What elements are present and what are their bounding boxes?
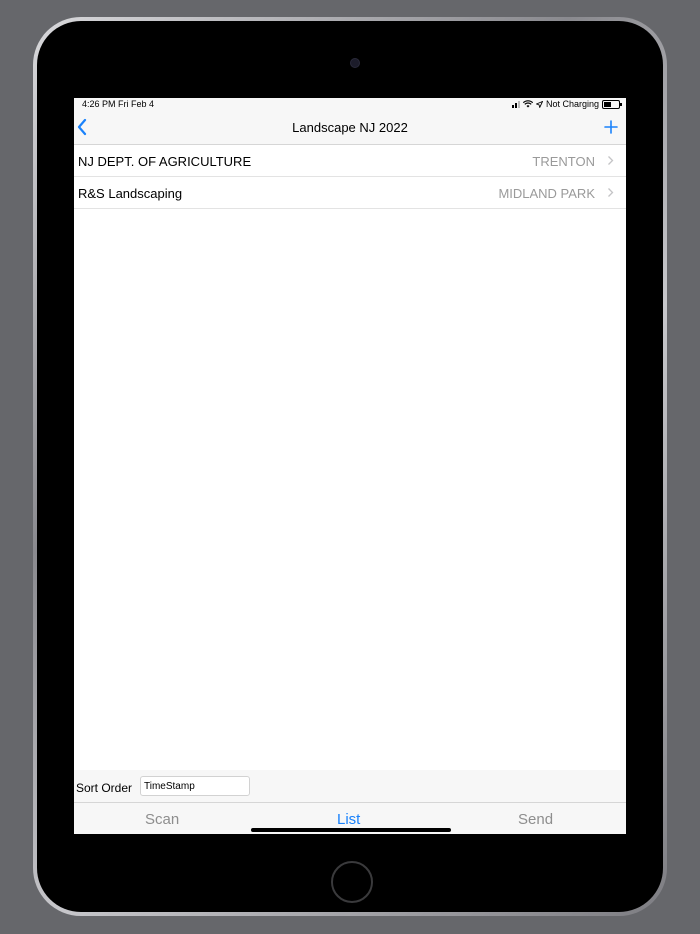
list-item-title: NJ DEPT. OF AGRICULTURE <box>78 154 252 169</box>
plus-icon <box>604 120 618 134</box>
home-button[interactable] <box>331 861 373 903</box>
battery-status-text: Not Charging <box>545 99 599 109</box>
battery-icon <box>602 99 622 109</box>
front-camera <box>350 58 360 68</box>
cellular-signal-icon <box>511 100 520 108</box>
company-list: NJ DEPT. OF AGRICULTURE TRENTON R&S Land… <box>74 145 626 209</box>
location-arrow-icon <box>535 100 543 108</box>
sort-order-label: Sort Order <box>76 781 133 795</box>
list-item-title: R&S Landscaping <box>78 186 183 201</box>
chevron-right-icon <box>608 188 614 197</box>
chevron-right-icon <box>608 156 614 165</box>
sort-order-bar: Sort Order <box>74 770 626 803</box>
navigation-bar: Landscape NJ 2022 <box>74 112 626 145</box>
list-item[interactable]: NJ DEPT. OF AGRICULTURE TRENTON <box>74 145 626 177</box>
status-indicators: Not Charging <box>511 99 622 109</box>
list-item-detail: MIDLAND PARK <box>498 186 595 201</box>
tab-send[interactable]: Send <box>518 811 553 828</box>
list-item-detail: TRENTON <box>532 154 595 169</box>
add-button[interactable] <box>600 116 622 138</box>
tab-scan[interactable]: Scan <box>145 811 179 828</box>
page-title: Landscape NJ 2022 <box>292 120 408 135</box>
home-indicator <box>251 828 451 832</box>
sort-order-field[interactable] <box>140 776 250 796</box>
list-item[interactable]: R&S Landscaping MIDLAND PARK <box>74 177 626 209</box>
status-bar: 4:26 PM Fri Feb 4 Not Charging <box>74 98 626 112</box>
tab-list[interactable]: List <box>337 811 360 828</box>
status-time: 4:26 PM Fri Feb 4 <box>82 99 155 109</box>
app-screen: 4:26 PM Fri Feb 4 Not Charging Landscape… <box>74 98 626 834</box>
wifi-icon <box>522 100 533 108</box>
